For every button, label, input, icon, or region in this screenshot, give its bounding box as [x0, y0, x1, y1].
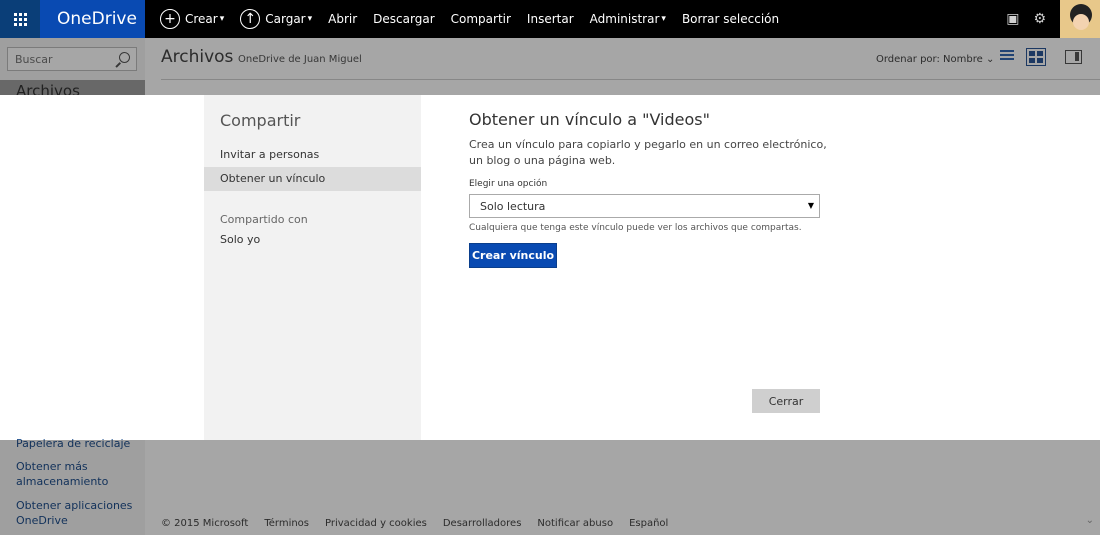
share-button[interactable]: Compartir [451, 12, 511, 26]
download-button[interactable]: Descargar [373, 12, 434, 26]
open-button[interactable]: Abrir [328, 12, 357, 26]
shared-with-label: Compartido con [220, 213, 308, 226]
embed-button[interactable]: Insertar [527, 12, 574, 26]
clear-selection-button[interactable]: Borrar selección [682, 12, 779, 26]
upload-icon: ↑ [240, 9, 261, 29]
chevron-down-icon: ▾ [219, 14, 225, 24]
chevron-down-icon: ▾ [661, 14, 666, 24]
chevron-down-icon: ▾ [307, 14, 313, 24]
option-label: Elegir una opción [469, 179, 548, 189]
share-dialog: Compartir Invitar a personas Obtener un … [0, 95, 1100, 440]
create-button[interactable]: + Crear ▾ [160, 9, 224, 29]
close-button[interactable]: Cerrar [752, 389, 820, 413]
share-dialog-heading: Compartir [220, 111, 301, 130]
avatar[interactable] [1060, 0, 1100, 38]
permission-select-value: Solo lectura [480, 199, 546, 213]
feedback-icon[interactable]: ▣ [1006, 11, 1019, 27]
top-right-controls: ▣ ⚙ [1006, 0, 1100, 38]
caret-down-icon: ▼ [807, 201, 814, 210]
app-launcher-button[interactable] [0, 0, 40, 38]
plus-icon: + [160, 9, 180, 29]
command-bar: + Crear ▾ ↑ Cargar ▾ Abrir Descargar Com… [160, 0, 795, 38]
waffle-icon [13, 12, 27, 26]
dialog-title: Obtener un vínculo a "Videos" [469, 110, 710, 129]
gear-icon[interactable]: ⚙ [1033, 11, 1046, 27]
brand-logo[interactable]: OneDrive [40, 0, 145, 38]
top-bar: OneDrive + Crear ▾ ↑ Cargar ▾ Abrir Desc… [0, 0, 1100, 38]
permission-select[interactable]: Solo lectura ▼ [469, 194, 820, 218]
modal-overlay-bottom [0, 440, 1100, 535]
share-dialog-sidebar: Compartir Invitar a personas Obtener un … [204, 95, 421, 440]
upload-label: Cargar [265, 12, 306, 26]
create-label: Crear [185, 12, 218, 26]
dialog-description: Crea un vínculo para copiarlo y pegarlo … [469, 138, 827, 167]
permission-hint: Cualquiera que tenga este vínculo puede … [469, 223, 802, 233]
invite-people-item[interactable]: Invitar a personas [204, 143, 421, 167]
shared-with-value: Solo yo [220, 233, 261, 246]
modal-overlay-top [0, 38, 1100, 95]
scroll-down-icon[interactable]: ⌄ [1086, 515, 1094, 526]
manage-label: Administrar [589, 12, 660, 26]
get-link-item[interactable]: Obtener un vínculo [204, 167, 421, 191]
upload-button[interactable]: ↑ Cargar ▾ [240, 9, 312, 29]
create-link-button[interactable]: Crear vínculo [469, 243, 557, 268]
manage-button[interactable]: Administrar ▾ [590, 12, 666, 26]
